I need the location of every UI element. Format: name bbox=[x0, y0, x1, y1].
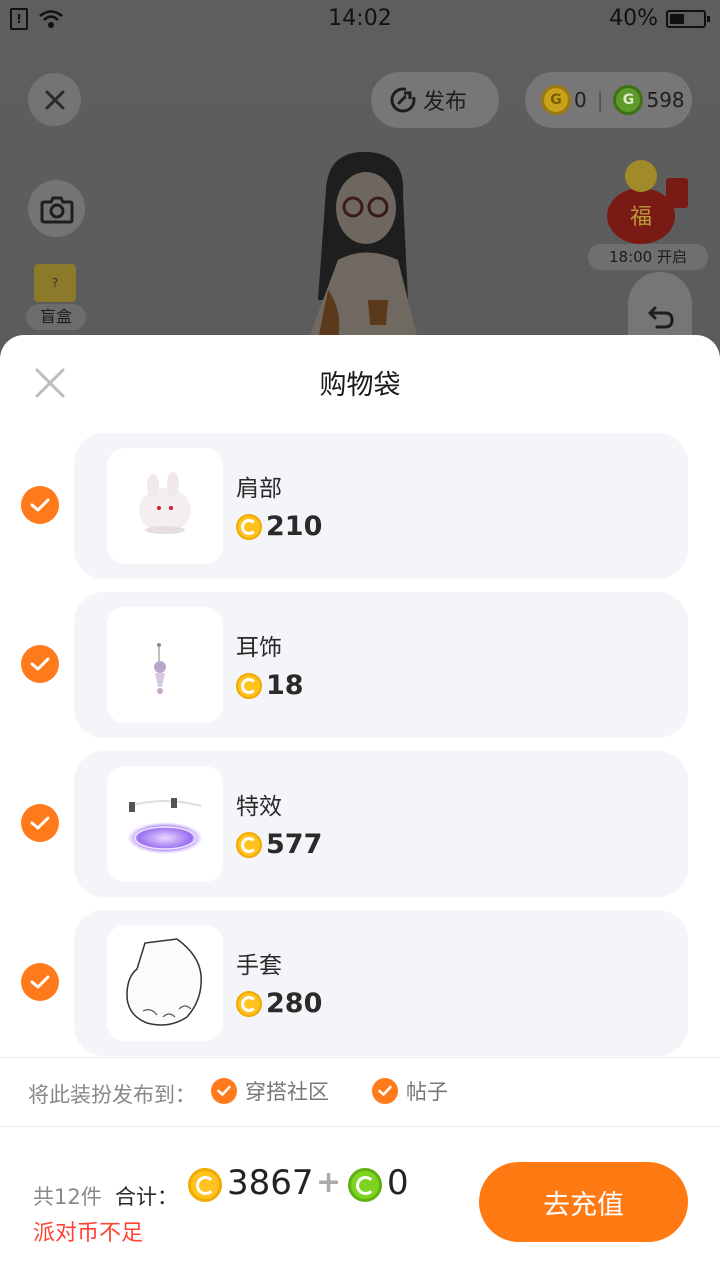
item-name: 肩部 bbox=[236, 476, 282, 502]
svg-text:福: 福 bbox=[630, 205, 652, 230]
magic-circle-effect-image bbox=[127, 798, 203, 854]
item-price-value: 210 bbox=[266, 511, 323, 542]
publish-button[interactable]: 发布 bbox=[371, 72, 499, 128]
shopping-bag-sheet: 购物袋 肩部 210 耳饰 18 特效 577 手套 280 将此装扮发布到： … bbox=[0, 335, 720, 1280]
checkout-footer: 共12件 合计： 3867 + 0 派对币不足 去充值 bbox=[0, 1127, 720, 1280]
sheet-title: 购物袋 bbox=[319, 370, 401, 401]
recharge-button[interactable]: 去充值 bbox=[479, 1162, 688, 1242]
item-thumbnail bbox=[107, 925, 223, 1041]
camera-icon bbox=[40, 196, 73, 223]
cart-item-effect: 特效 577 bbox=[0, 751, 720, 897]
checkmark-icon bbox=[30, 498, 50, 512]
item-price-value: 577 bbox=[266, 829, 323, 860]
total-label: 合计： bbox=[115, 1185, 178, 1209]
cart-item-card[interactable]: 手套 280 bbox=[74, 910, 688, 1056]
blind-box-button[interactable]: ? 盲盒 bbox=[26, 262, 86, 332]
publish-option-post[interactable]: 帖子 bbox=[372, 1076, 448, 1106]
battery-icon bbox=[666, 10, 710, 28]
item-checkbox[interactable] bbox=[21, 963, 59, 1001]
item-name: 手套 bbox=[236, 953, 282, 979]
balance-pill[interactable]: G 0 | G 598 bbox=[525, 72, 692, 128]
checkmark-icon bbox=[372, 1078, 398, 1104]
publish-icon bbox=[390, 87, 416, 113]
publish-option-outfit-community[interactable]: 穿搭社区 bbox=[211, 1076, 329, 1106]
party-coin-icon bbox=[236, 513, 262, 540]
blind-box-icon: ? bbox=[34, 264, 76, 302]
avatar-character-image bbox=[308, 151, 418, 340]
green-coin-icon bbox=[348, 1168, 382, 1202]
paw-glove-image bbox=[126, 938, 202, 1026]
item-price: 18 bbox=[236, 670, 304, 701]
checkmark-icon bbox=[30, 975, 50, 989]
total-party-coin: 3867 bbox=[227, 1163, 314, 1203]
publish-option-label: 穿搭社区 bbox=[245, 1080, 329, 1104]
item-name: 特效 bbox=[236, 794, 282, 820]
camera-button[interactable] bbox=[28, 180, 85, 237]
green-coin-icon: G bbox=[613, 85, 644, 115]
blind-box-label: 盲盒 bbox=[26, 304, 86, 330]
checkmark-icon bbox=[30, 816, 50, 830]
party-coin-icon bbox=[236, 990, 262, 1017]
item-thumbnail bbox=[107, 448, 223, 564]
party-coin-icon bbox=[236, 672, 262, 699]
cart-item-earring: 耳饰 18 bbox=[0, 592, 720, 738]
party-coin-icon bbox=[236, 831, 262, 858]
checkmark-icon bbox=[211, 1078, 237, 1104]
cart-item-gloves: 手套 280 bbox=[0, 910, 720, 1056]
cart-item-shoulder: 肩部 210 bbox=[0, 433, 720, 579]
battery-percent: 40% bbox=[609, 6, 658, 31]
item-price: 280 bbox=[236, 988, 322, 1019]
item-price: 577 bbox=[236, 829, 322, 860]
cart-item-card[interactable]: 耳饰 18 bbox=[74, 592, 688, 738]
party-coin-balance: 0 bbox=[574, 88, 587, 112]
publish-label: 发布 bbox=[423, 90, 468, 115]
item-thumbnail bbox=[107, 607, 223, 723]
checkmark-icon bbox=[30, 657, 50, 671]
publish-option-label: 帖子 bbox=[406, 1080, 448, 1104]
plus-sign: + bbox=[316, 1165, 342, 1200]
status-bar: ! 14:02 40% bbox=[0, 0, 720, 40]
item-checkbox[interactable] bbox=[21, 486, 59, 524]
bunny-shoulder-pet-image bbox=[139, 472, 191, 534]
publish-destination-label: 将此装扮发布到： bbox=[28, 1083, 196, 1107]
earring-image bbox=[154, 643, 166, 694]
cart-item-card[interactable]: 肩部 210 bbox=[74, 433, 688, 579]
total-green-coin: 0 bbox=[387, 1163, 409, 1203]
item-price-value: 18 bbox=[266, 670, 304, 701]
item-name: 耳饰 bbox=[236, 635, 282, 661]
publish-destination-row: 将此装扮发布到： 穿搭社区 帖子 bbox=[0, 1057, 720, 1127]
close-icon bbox=[45, 90, 64, 109]
insufficient-balance-warning: 派对币不足 bbox=[33, 1221, 144, 1246]
item-price: 210 bbox=[236, 511, 322, 542]
item-price-value: 280 bbox=[266, 988, 323, 1019]
lucky-bag-event-icon[interactable]: 福 bbox=[596, 148, 696, 248]
green-coin-balance: 598 bbox=[646, 88, 685, 112]
event-timer: 18:00 开启 bbox=[588, 244, 708, 270]
item-checkbox[interactable] bbox=[21, 804, 59, 842]
item-checkbox[interactable] bbox=[21, 645, 59, 683]
party-coin-icon: G bbox=[541, 85, 571, 115]
undo-icon bbox=[648, 306, 674, 329]
party-coin-icon bbox=[188, 1168, 222, 1202]
cart-item-card[interactable]: 特效 577 bbox=[74, 751, 688, 897]
item-thumbnail bbox=[107, 766, 223, 882]
item-count: 共12件 bbox=[33, 1185, 102, 1209]
balance-divider: | bbox=[596, 88, 604, 112]
close-editor-button[interactable] bbox=[28, 73, 81, 126]
